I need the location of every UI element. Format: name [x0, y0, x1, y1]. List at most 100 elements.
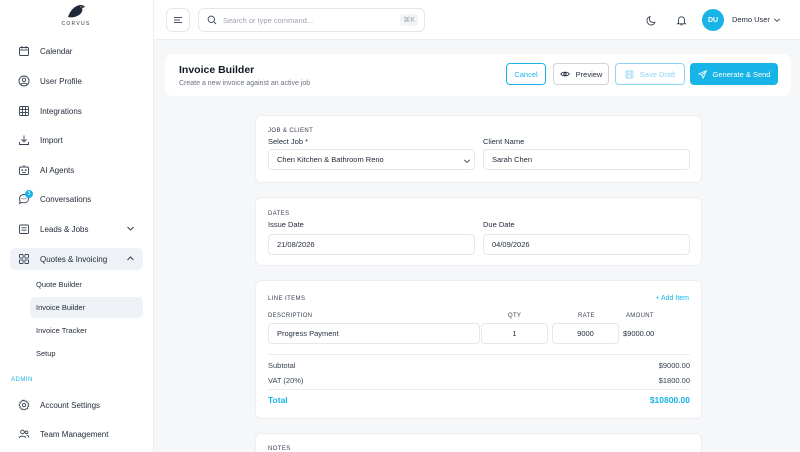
page-subtitle: Create a new invoice against an active j… — [179, 80, 311, 87]
avatar[interactable]: DU — [702, 9, 724, 31]
amount-column-header: AMOUNT — [626, 313, 654, 319]
description-value: Progress Payment — [277, 329, 339, 338]
add-item-button[interactable]: + Add Item — [655, 295, 689, 302]
user-name[interactable]: Demo User — [732, 15, 770, 24]
dates-section-label: DATES — [268, 211, 290, 217]
sidebar-item-leads-jobs[interactable]: Leads & Jobs — [10, 218, 143, 240]
preview-button-label: Preview — [575, 69, 603, 79]
admin-section-label: ADMIN — [11, 377, 33, 383]
sidebar-item-calendar[interactable]: Calendar — [10, 40, 143, 62]
sidebar-item-label: Conversations — [40, 194, 92, 204]
total-label: Total — [268, 395, 288, 405]
preview-button[interactable]: Preview — [553, 63, 609, 85]
line-items-card: LINE ITEMS + Add Item DESCRIPTION QTY RA… — [255, 280, 702, 419]
search-input[interactable] — [223, 15, 393, 25]
rate-input[interactable]: 9000 — [552, 323, 619, 344]
sidebar-subitem-invoice-builder[interactable]: Invoice Builder — [30, 297, 143, 318]
generate-send-button[interactable]: Generate & Send — [690, 63, 778, 85]
sidebar-item-label: Leads & Jobs — [40, 224, 89, 234]
divider — [268, 354, 690, 355]
search-shortcut: ⌘K — [400, 14, 418, 26]
sidebar-subitem-label: Quote Builder — [36, 280, 82, 289]
sidebar-subitem-label: Setup — [36, 349, 56, 358]
search-box[interactable]: ⌘K — [198, 8, 425, 32]
menu-icon — [174, 17, 182, 23]
subtotal-value: $9000.00 — [658, 361, 690, 370]
subtotal-label: Subtotal — [268, 361, 296, 370]
sidebar-item-import[interactable]: Import — [10, 129, 143, 151]
sidebar-toggle-button[interactable] — [166, 8, 190, 32]
notifications-button[interactable] — [671, 10, 691, 30]
qty-input[interactable]: 1 — [481, 323, 548, 344]
page-header: Invoice Builder Create a new invoice aga… — [165, 54, 791, 96]
sidebar-subitem-label: Invoice Tracker — [36, 326, 87, 335]
clipboard-icon — [16, 221, 32, 237]
rate-value: 9000 — [577, 329, 594, 338]
notes-card: NOTES — [255, 433, 702, 452]
total-value: $10800.00 — [649, 395, 690, 405]
cancel-button[interactable]: Cancel — [506, 63, 546, 85]
notes-section-label: NOTES — [268, 446, 291, 452]
sidebar-subitem-setup[interactable]: Setup — [30, 343, 143, 364]
brand-name: CORVUS — [61, 21, 91, 27]
sidebar-item-quotes-invoicing[interactable]: Quotes & Invoicing — [10, 248, 143, 270]
send-icon — [697, 69, 707, 79]
issue-date-label: Issue Date — [268, 220, 304, 229]
chevron-up-icon[interactable] — [126, 254, 135, 263]
client-name-value: Sarah Chen — [492, 155, 533, 164]
grid-table-icon — [16, 103, 32, 119]
sidebar-item-label: Quotes & Invoicing — [40, 254, 108, 264]
amount-value: $9000.00 — [623, 329, 655, 338]
moon-icon — [646, 15, 655, 25]
bell-icon — [675, 15, 687, 25]
sidebar-item-ai-agents[interactable]: AI Agents — [10, 159, 143, 181]
vat-row: VAT (20%) $1800.00 — [268, 376, 690, 385]
gear-icon — [16, 397, 32, 413]
sidebar-item-label: Team Management — [40, 429, 109, 439]
select-job-label: Select Job * — [268, 137, 309, 146]
sidebar-item-label: Calendar — [40, 46, 73, 56]
sidebar-item-account-settings[interactable]: Account Settings — [10, 394, 143, 416]
brand-logo[interactable]: CORVUS — [56, 3, 96, 31]
client-name-label: Client Name — [483, 137, 525, 146]
vat-value: $1800.00 — [658, 376, 690, 385]
due-date-label: Due Date — [483, 220, 515, 229]
calendar-icon — [16, 43, 32, 59]
due-date-value: 04/09/2026 — [492, 240, 530, 249]
page-title: Invoice Builder — [179, 64, 255, 76]
due-date-field[interactable]: 04/09/2026 — [483, 234, 690, 255]
users-icon — [16, 426, 32, 442]
topbar: ⌘K DU Demo User — [154, 0, 800, 40]
sidebar-subitem-label: Invoice Builder — [36, 303, 86, 312]
user-circle-icon — [16, 73, 32, 89]
sidebar-subitem-quote-builder[interactable]: Quote Builder — [30, 274, 143, 295]
total-row: Total $10800.00 — [268, 395, 690, 405]
unread-count-badge: 3 — [25, 190, 33, 198]
sidebar-item-team-management[interactable]: Team Management — [10, 423, 143, 445]
theme-toggle-button[interactable] — [641, 10, 661, 30]
chevron-down-icon[interactable] — [773, 16, 781, 24]
job-client-section-label: JOB & CLIENT — [268, 128, 314, 134]
apps-icon — [16, 251, 32, 267]
chevron-down-icon — [463, 159, 471, 164]
client-name-field[interactable]: Sarah Chen — [483, 149, 690, 170]
sidebar-subitem-invoice-tracker[interactable]: Invoice Tracker — [30, 320, 143, 341]
line-items-section-label: LINE ITEMS — [268, 296, 306, 302]
divider — [268, 389, 690, 390]
vat-label: VAT (20%) — [268, 376, 304, 385]
chevron-down-icon[interactable] — [126, 224, 135, 233]
save-draft-button[interactable]: Save Draft — [615, 63, 685, 85]
sidebar-item-user-profile[interactable]: User Profile — [10, 70, 143, 92]
job-client-card: JOB & CLIENT Select Job * Chen Kitchen &… — [255, 115, 702, 183]
description-input[interactable]: Progress Payment — [268, 323, 480, 344]
sidebar-item-label: Integrations — [40, 106, 82, 116]
select-job-dropdown[interactable]: Chen Kitchen & Bathroom Reno — [268, 149, 475, 170]
description-column-header: DESCRIPTION — [268, 313, 313, 319]
sidebar-item-integrations[interactable]: Integrations — [10, 100, 143, 122]
issue-date-field[interactable]: 21/08/2026 — [268, 234, 475, 255]
sidebar-item-label: Account Settings — [40, 400, 101, 410]
rate-column-header: RATE — [578, 313, 595, 319]
eye-icon — [559, 70, 570, 78]
sidebar: CORVUS Calendar User Profile Integration… — [0, 0, 154, 452]
sidebar-item-label: User Profile — [40, 76, 82, 86]
